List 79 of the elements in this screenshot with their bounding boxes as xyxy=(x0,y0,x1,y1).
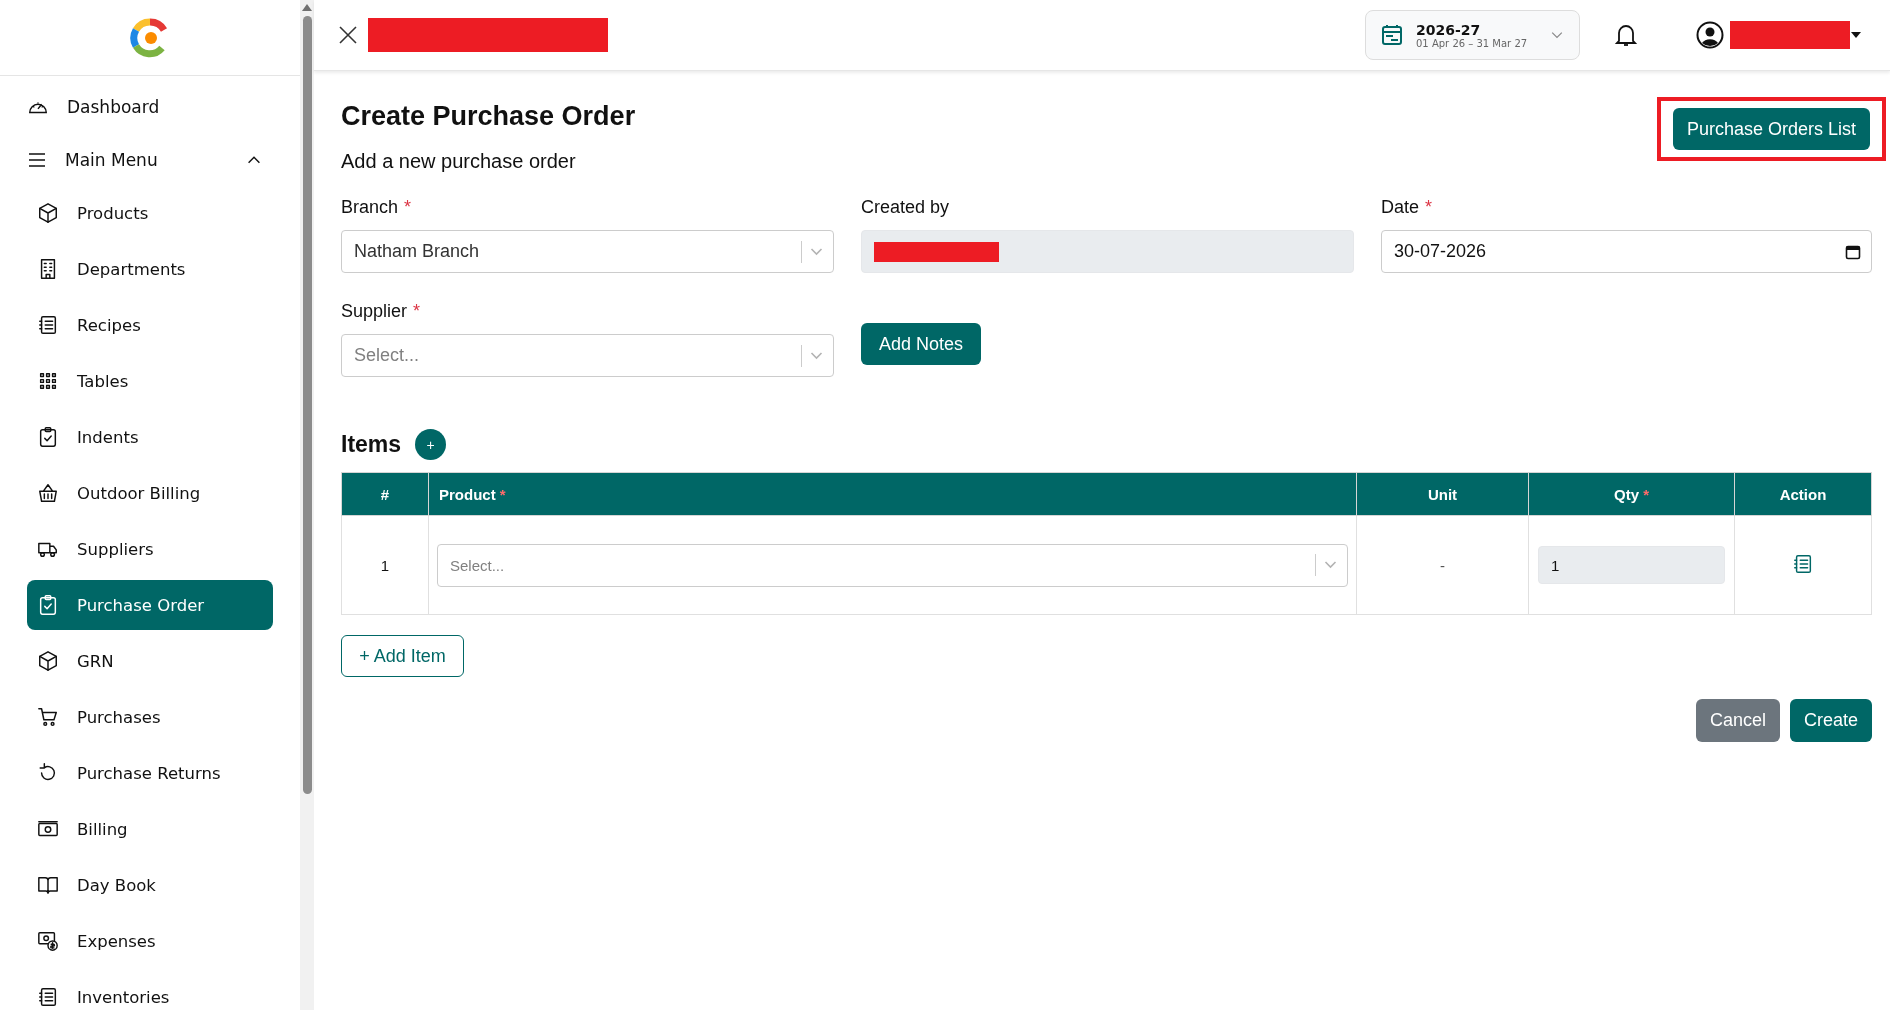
list-icon xyxy=(37,314,59,336)
required-mark: * xyxy=(404,197,412,218)
qty-field[interactable]: 1 xyxy=(1538,546,1725,584)
field-label: Date xyxy=(1381,197,1420,218)
sidebar-item[interactable]: Inventories xyxy=(27,972,273,1010)
create-button[interactable]: Create xyxy=(1789,699,1872,742)
close-icon[interactable] xyxy=(338,25,358,45)
sidebar-item[interactable]: GRN xyxy=(27,636,273,686)
select-value: Natham Branch xyxy=(354,241,481,262)
sidebar-item[interactable]: Indents xyxy=(27,412,273,462)
page-title: Create Purchase Order xyxy=(341,101,636,132)
date-value: 30-07-2026 xyxy=(1394,241,1488,262)
field-label: Supplier xyxy=(341,301,408,322)
select-field[interactable]: Select... xyxy=(341,334,834,377)
sidebar-item[interactable]: Suppliers xyxy=(27,524,273,574)
list-icon xyxy=(37,986,59,1008)
required-mark: * xyxy=(1425,197,1433,218)
chevron-down-icon xyxy=(810,351,823,360)
fiscal-range: 01 Apr 26 – 31 Mar 27 xyxy=(1416,37,1529,49)
calendar-icon xyxy=(1380,23,1404,47)
column-header: Unit xyxy=(1356,472,1529,516)
fiscal-year: 2026-27 xyxy=(1416,21,1482,38)
box-icon xyxy=(37,202,59,224)
scroll-up-icon[interactable] xyxy=(301,2,313,12)
scrollbar-thumb[interactable] xyxy=(302,16,312,794)
fiscal-year-selector[interactable]: 2026-27 01 Apr 26 – 31 Mar 27 xyxy=(1365,10,1580,60)
page-subtitle: Add a new purchase order xyxy=(341,150,577,173)
sidebar-item[interactable]: Outdoor Billing xyxy=(27,468,273,518)
column-header: Product * xyxy=(428,472,1357,516)
row-number: 1 xyxy=(380,556,390,574)
add-item-round-button[interactable]: + xyxy=(415,429,447,460)
sidebar-item[interactable]: Departments xyxy=(27,244,273,294)
qty-value: 1 xyxy=(1551,556,1560,574)
money-icon xyxy=(37,930,59,952)
clipboard-check-icon xyxy=(37,426,59,448)
required-mark: * xyxy=(413,301,421,322)
menu-icon xyxy=(27,150,47,170)
sidebar-item[interactable]: Dashboard xyxy=(27,82,273,132)
field-label: Created by xyxy=(861,197,950,218)
calendar-icon[interactable] xyxy=(1845,243,1861,260)
sidebar-item[interactable]: Purchase Returns xyxy=(27,748,273,798)
unit-value: - xyxy=(1440,556,1445,574)
field-label: Branch xyxy=(341,197,399,218)
sidebar-item[interactable]: Products xyxy=(27,188,273,238)
grid-icon xyxy=(37,370,59,392)
sidebar-item[interactable]: Recipes xyxy=(27,300,273,350)
date-field[interactable]: 30-07-2026 xyxy=(1381,230,1872,273)
items-title: Items xyxy=(341,431,402,458)
scrollbar[interactable] xyxy=(300,0,314,1010)
sidebar-item[interactable]: Day Book xyxy=(27,860,273,910)
main-menu-toggle[interactable]: Main Menu xyxy=(27,135,273,185)
cart-icon xyxy=(37,706,59,728)
sidebar-item[interactable]: Tables xyxy=(27,356,273,406)
purchase-orders-list-button[interactable]: Purchase Orders List xyxy=(1672,108,1870,150)
cancel-button[interactable]: Cancel xyxy=(1695,699,1780,742)
sidebar-item[interactable]: Purchases xyxy=(27,692,273,742)
clipboard-check-icon xyxy=(37,594,59,616)
product-select[interactable]: Select... xyxy=(437,543,1348,587)
sidebar-item[interactable]: Expenses xyxy=(27,916,273,966)
column-header: Qty * xyxy=(1528,472,1735,516)
caret-icon[interactable] xyxy=(1850,31,1862,39)
sidebar-item[interactable]: Billing xyxy=(27,804,273,854)
column-header: Action xyxy=(1734,472,1872,516)
select-placeholder: Select... xyxy=(354,345,421,366)
select-field[interactable]: Natham Branch xyxy=(341,230,834,273)
column-header: # xyxy=(341,472,429,516)
logo-icon xyxy=(130,17,170,58)
basket-icon xyxy=(37,482,59,504)
select-placeholder: Select... xyxy=(450,556,506,574)
book-icon xyxy=(37,874,59,896)
chevron-down-icon xyxy=(1324,561,1337,569)
bell-icon[interactable] xyxy=(1614,22,1638,48)
add-item-button[interactable]: + Add Item xyxy=(341,635,464,677)
sidebar-item[interactable]: Purchase Order xyxy=(27,580,273,630)
add-notes-button[interactable]: Add Notes xyxy=(861,323,981,365)
user-avatar-icon[interactable] xyxy=(1696,21,1724,49)
notes-icon[interactable] xyxy=(1792,552,1814,575)
box-icon xyxy=(37,650,59,672)
chevron-down-icon xyxy=(810,247,823,256)
